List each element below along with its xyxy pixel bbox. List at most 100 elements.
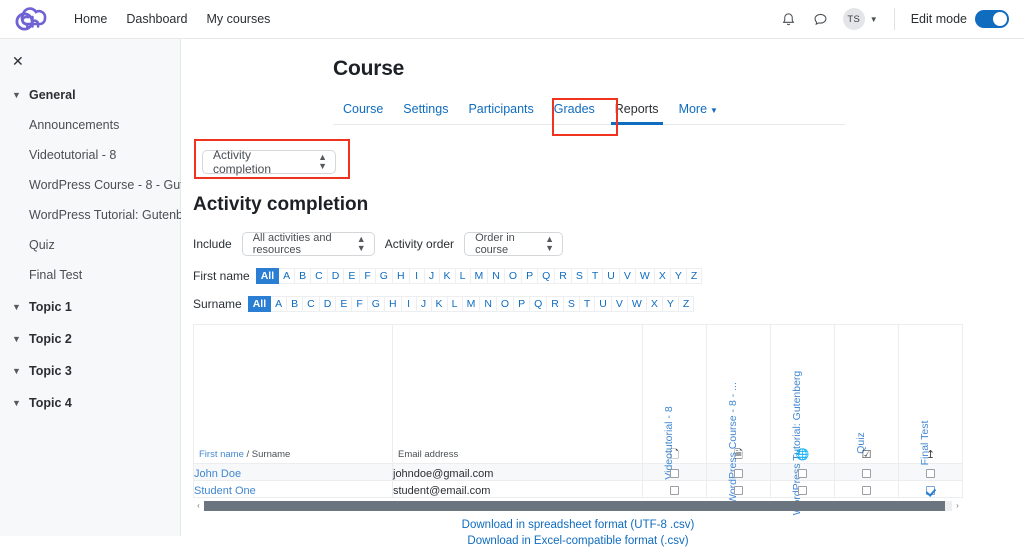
alpha-filter-w[interactable]: W — [627, 296, 647, 312]
alpha-filter-n[interactable]: N — [488, 268, 505, 284]
alpha-filter-c[interactable]: C — [303, 296, 320, 312]
alpha-filter-u[interactable]: U — [603, 268, 620, 284]
alpha-filter-l[interactable]: L — [455, 268, 471, 284]
alpha-filter-z[interactable]: Z — [686, 268, 703, 284]
completion-checkbox-checked[interactable] — [926, 486, 935, 496]
user-menu[interactable]: TS ▼ — [842, 8, 878, 30]
alpha-filter-f[interactable]: F — [352, 296, 368, 312]
alpha-filter-q[interactable]: Q — [530, 296, 548, 312]
alpha-filter-x[interactable]: X — [646, 296, 663, 312]
activity-order-select[interactable]: Order in course ▲ ▼ — [464, 232, 564, 256]
alpha-filter-i[interactable]: I — [401, 296, 417, 312]
sort-by-firstname-link[interactable]: First name — [199, 449, 244, 460]
alpha-filter-s[interactable]: S — [563, 296, 580, 312]
nav-link-dashboard[interactable]: Dashboard — [126, 12, 187, 26]
alpha-filter-k[interactable]: K — [431, 296, 448, 312]
alpha-filter-m[interactable]: M — [470, 268, 489, 284]
nav-link-home[interactable]: Home — [74, 12, 107, 26]
completion-checkbox[interactable] — [670, 469, 679, 479]
table-horizontal-scrollbar[interactable]: ‹ › — [193, 500, 963, 511]
alpha-filter-a[interactable]: A — [279, 268, 296, 284]
alpha-filter-o[interactable]: O — [496, 296, 515, 312]
student-name-cell[interactable]: John Doe — [193, 463, 393, 481]
student-name-cell[interactable]: Student One — [193, 480, 393, 498]
completion-checkbox[interactable] — [798, 486, 807, 496]
alpha-filter-u[interactable]: U — [595, 296, 612, 312]
tab-participants[interactable]: Participants — [458, 96, 543, 124]
sidebar-item-quiz[interactable]: Quiz — [0, 238, 180, 252]
alpha-filter-f[interactable]: F — [360, 268, 376, 284]
tab-more[interactable]: More ▼ — [669, 96, 728, 124]
report-type-select[interactable]: Activity completion ▲ ▼ — [202, 148, 336, 176]
alpha-filter-e[interactable]: E — [336, 296, 353, 312]
alpha-filter-g[interactable]: G — [367, 296, 385, 312]
alpha-filter-v[interactable]: V — [611, 296, 628, 312]
completion-checkbox[interactable] — [926, 469, 935, 479]
sidebar-item-videotutorial[interactable]: Videotutorial - 8 — [0, 148, 180, 162]
message-icon[interactable] — [811, 10, 830, 29]
completion-cell[interactable] — [898, 463, 963, 481]
alpha-filter-r[interactable]: R — [555, 268, 572, 284]
completion-cell[interactable] — [834, 480, 899, 498]
alpha-filter-z[interactable]: Z — [678, 296, 695, 312]
edit-mode-control[interactable]: Edit mode — [911, 10, 1009, 28]
completion-cell[interactable] — [834, 463, 899, 481]
alpha-filter-c[interactable]: C — [311, 268, 328, 284]
bell-icon[interactable] — [779, 10, 798, 29]
alpha-filter-d[interactable]: D — [319, 296, 337, 312]
tab-settings[interactable]: Settings — [393, 96, 458, 124]
alpha-filter-v[interactable]: V — [619, 268, 636, 284]
scrollbar-track[interactable] — [204, 500, 952, 511]
alpha-filter-e[interactable]: E — [344, 268, 361, 284]
sidebar-item-announcements[interactable]: Announcements — [0, 118, 180, 132]
alpha-filter-q[interactable]: Q — [538, 268, 556, 284]
alpha-filter-k[interactable]: K — [439, 268, 456, 284]
sidebar-section-topic-2[interactable]: ▼ Topic 2 — [0, 332, 180, 346]
tab-reports[interactable]: Reports — [605, 96, 669, 125]
completion-cell[interactable] — [898, 480, 963, 498]
completion-checkbox[interactable] — [734, 469, 743, 479]
alpha-filter-g[interactable]: G — [375, 268, 393, 284]
alpha-filter-h[interactable]: H — [392, 268, 410, 284]
alpha-filter-p[interactable]: P — [522, 268, 539, 284]
alpha-filter-all[interactable]: All — [247, 296, 272, 312]
alpha-filter-y[interactable]: Y — [662, 296, 679, 312]
scroll-right-icon[interactable]: › — [952, 501, 963, 510]
sort-by-surname-link[interactable]: Surname — [252, 449, 291, 460]
alpha-filter-w[interactable]: W — [635, 268, 655, 284]
alpha-filter-m[interactable]: M — [462, 296, 481, 312]
nav-link-my-courses[interactable]: My courses — [207, 12, 271, 26]
alpha-filter-d[interactable]: D — [327, 268, 345, 284]
completion-checkbox[interactable] — [798, 469, 807, 479]
alpha-filter-x[interactable]: X — [654, 268, 671, 284]
alpha-filter-j[interactable]: J — [424, 268, 440, 284]
alpha-filter-t[interactable]: T — [587, 268, 604, 284]
alpha-filter-n[interactable]: N — [480, 296, 497, 312]
sidebar-section-topic-3[interactable]: ▼ Topic 3 — [0, 364, 180, 378]
tab-course[interactable]: Course — [333, 96, 393, 124]
sidebar-section-topic-4[interactable]: ▼ Topic 4 — [0, 396, 180, 410]
site-logo[interactable] — [0, 4, 62, 34]
download-excel-csv-link[interactable]: Download in Excel-compatible format (.cs… — [181, 535, 975, 547]
alpha-filter-all[interactable]: All — [255, 268, 280, 284]
alpha-filter-i[interactable]: I — [409, 268, 425, 284]
alpha-filter-l[interactable]: L — [447, 296, 463, 312]
alpha-filter-a[interactable]: A — [271, 296, 288, 312]
sidebar-section-general[interactable]: ▼ General — [0, 88, 180, 102]
close-icon[interactable]: ✕ — [0, 51, 24, 70]
scrollbar-thumb[interactable] — [204, 500, 945, 511]
completion-cell[interactable] — [642, 480, 707, 498]
alpha-filter-p[interactable]: P — [514, 296, 531, 312]
sidebar-section-topic-1[interactable]: ▼ Topic 1 — [0, 300, 180, 314]
scroll-left-icon[interactable]: ‹ — [193, 501, 204, 510]
alpha-filter-o[interactable]: O — [504, 268, 523, 284]
alpha-filter-b[interactable]: B — [295, 268, 312, 284]
download-utf8-csv-link[interactable]: Download in spreadsheet format (UTF-8 .c… — [181, 519, 975, 531]
alpha-filter-r[interactable]: R — [547, 296, 564, 312]
edit-mode-toggle[interactable] — [975, 10, 1009, 28]
completion-checkbox[interactable] — [734, 486, 743, 496]
alpha-filter-b[interactable]: B — [287, 296, 304, 312]
alpha-filter-y[interactable]: Y — [670, 268, 687, 284]
alpha-filter-j[interactable]: J — [416, 296, 432, 312]
sidebar-item-final-test[interactable]: Final Test — [0, 268, 180, 282]
